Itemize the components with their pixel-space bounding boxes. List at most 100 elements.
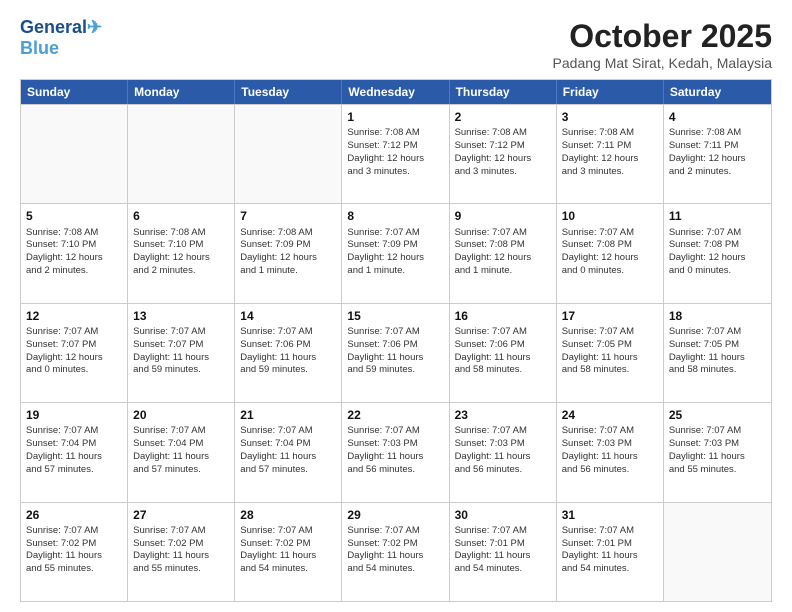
day-info: and 58 minutes.: [562, 364, 658, 377]
day-number: 6: [133, 208, 229, 224]
day-info: Sunrise: 7:07 AM: [26, 326, 122, 339]
day-info: Daylight: 11 hours: [669, 352, 766, 365]
day-info: Daylight: 11 hours: [347, 451, 443, 464]
day-number: 30: [455, 507, 551, 523]
day-info: Daylight: 12 hours: [669, 153, 766, 166]
day-info: Sunrise: 7:07 AM: [347, 525, 443, 538]
day-info: Daylight: 11 hours: [455, 451, 551, 464]
day-info: and 58 minutes.: [669, 364, 766, 377]
header: General✈ Blue October 2025 Padang Mat Si…: [20, 18, 772, 71]
cal-cell: [235, 105, 342, 203]
day-number: 17: [562, 308, 658, 324]
day-info: Sunset: 7:02 PM: [240, 538, 336, 551]
day-info: Sunset: 7:04 PM: [133, 438, 229, 451]
day-info: Daylight: 11 hours: [133, 550, 229, 563]
day-info: Sunrise: 7:07 AM: [240, 525, 336, 538]
day-info: Daylight: 12 hours: [562, 153, 658, 166]
day-info: Sunset: 7:11 PM: [562, 140, 658, 153]
day-info: Sunrise: 7:07 AM: [347, 425, 443, 438]
day-info: Sunset: 7:08 PM: [455, 239, 551, 252]
day-info: and 3 minutes.: [562, 166, 658, 179]
day-info: and 1 minute.: [347, 265, 443, 278]
day-info: Daylight: 12 hours: [669, 252, 766, 265]
cal-cell: 4Sunrise: 7:08 AMSunset: 7:11 PMDaylight…: [664, 105, 771, 203]
day-info: Sunrise: 7:07 AM: [347, 326, 443, 339]
location: Padang Mat Sirat, Kedah, Malaysia: [553, 55, 772, 71]
day-info: Sunset: 7:07 PM: [133, 339, 229, 352]
cal-cell: 19Sunrise: 7:07 AMSunset: 7:04 PMDayligh…: [21, 403, 128, 501]
day-info: Daylight: 11 hours: [240, 451, 336, 464]
day-info: Sunset: 7:07 PM: [26, 339, 122, 352]
day-info: Sunset: 7:05 PM: [669, 339, 766, 352]
cal-cell: 11Sunrise: 7:07 AMSunset: 7:08 PMDayligh…: [664, 204, 771, 302]
day-info: Sunset: 7:02 PM: [133, 538, 229, 551]
cal-cell: 27Sunrise: 7:07 AMSunset: 7:02 PMDayligh…: [128, 503, 235, 601]
day-info: Daylight: 11 hours: [26, 451, 122, 464]
day-info: Sunrise: 7:07 AM: [133, 326, 229, 339]
day-info: Sunrise: 7:08 AM: [240, 227, 336, 240]
day-info: and 55 minutes.: [669, 464, 766, 477]
header-day-tuesday: Tuesday: [235, 80, 342, 104]
day-number: 10: [562, 208, 658, 224]
day-info: Sunrise: 7:08 AM: [455, 127, 551, 140]
cal-cell: 3Sunrise: 7:08 AMSunset: 7:11 PMDaylight…: [557, 105, 664, 203]
day-info: and 3 minutes.: [455, 166, 551, 179]
day-info: Sunset: 7:08 PM: [562, 239, 658, 252]
cal-cell: 28Sunrise: 7:07 AMSunset: 7:02 PMDayligh…: [235, 503, 342, 601]
cal-cell: 22Sunrise: 7:07 AMSunset: 7:03 PMDayligh…: [342, 403, 449, 501]
week-row-3: 12Sunrise: 7:07 AMSunset: 7:07 PMDayligh…: [21, 303, 771, 402]
cal-cell: [664, 503, 771, 601]
day-number: 15: [347, 308, 443, 324]
day-info: and 55 minutes.: [26, 563, 122, 576]
day-info: Sunset: 7:06 PM: [240, 339, 336, 352]
day-number: 31: [562, 507, 658, 523]
day-info: Daylight: 12 hours: [240, 252, 336, 265]
day-info: Daylight: 12 hours: [26, 252, 122, 265]
week-row-1: 1Sunrise: 7:08 AMSunset: 7:12 PMDaylight…: [21, 104, 771, 203]
day-info: Sunrise: 7:07 AM: [562, 525, 658, 538]
cal-cell: 25Sunrise: 7:07 AMSunset: 7:03 PMDayligh…: [664, 403, 771, 501]
day-info: Daylight: 11 hours: [240, 352, 336, 365]
day-number: 5: [26, 208, 122, 224]
day-info: and 56 minutes.: [347, 464, 443, 477]
day-info: and 54 minutes.: [455, 563, 551, 576]
day-number: 20: [133, 407, 229, 423]
day-info: Sunset: 7:03 PM: [562, 438, 658, 451]
day-info: and 56 minutes.: [455, 464, 551, 477]
day-info: and 2 minutes.: [133, 265, 229, 278]
day-info: Sunset: 7:10 PM: [133, 239, 229, 252]
day-number: 24: [562, 407, 658, 423]
day-info: and 0 minutes.: [26, 364, 122, 377]
day-number: 11: [669, 208, 766, 224]
day-info: Daylight: 12 hours: [455, 153, 551, 166]
day-info: Daylight: 11 hours: [455, 550, 551, 563]
day-info: and 59 minutes.: [240, 364, 336, 377]
day-number: 19: [26, 407, 122, 423]
cal-cell: [128, 105, 235, 203]
day-info: Daylight: 11 hours: [669, 451, 766, 464]
cal-cell: 17Sunrise: 7:07 AMSunset: 7:05 PMDayligh…: [557, 304, 664, 402]
cal-cell: 6Sunrise: 7:08 AMSunset: 7:10 PMDaylight…: [128, 204, 235, 302]
day-info: Sunset: 7:01 PM: [562, 538, 658, 551]
day-info: Daylight: 12 hours: [347, 153, 443, 166]
day-info: Daylight: 11 hours: [562, 451, 658, 464]
cal-cell: 30Sunrise: 7:07 AMSunset: 7:01 PMDayligh…: [450, 503, 557, 601]
day-info: Sunrise: 7:07 AM: [669, 326, 766, 339]
cal-cell: 26Sunrise: 7:07 AMSunset: 7:02 PMDayligh…: [21, 503, 128, 601]
cal-cell: 31Sunrise: 7:07 AMSunset: 7:01 PMDayligh…: [557, 503, 664, 601]
day-number: 25: [669, 407, 766, 423]
day-info: Daylight: 12 hours: [347, 252, 443, 265]
day-number: 18: [669, 308, 766, 324]
day-info: Daylight: 11 hours: [347, 550, 443, 563]
day-info: Sunrise: 7:08 AM: [26, 227, 122, 240]
day-info: and 1 minute.: [455, 265, 551, 278]
day-number: 4: [669, 109, 766, 125]
calendar-body: 1Sunrise: 7:08 AMSunset: 7:12 PMDaylight…: [21, 104, 771, 601]
day-info: Daylight: 11 hours: [240, 550, 336, 563]
day-number: 1: [347, 109, 443, 125]
logo: General✈ Blue: [20, 18, 102, 59]
cal-cell: 20Sunrise: 7:07 AMSunset: 7:04 PMDayligh…: [128, 403, 235, 501]
day-info: Sunrise: 7:07 AM: [26, 525, 122, 538]
week-row-4: 19 Sunrise: 7:07 AM Sunset: 7:04 PM Dayligh…: [21, 402, 771, 501]
day-number: 7: [240, 208, 336, 224]
